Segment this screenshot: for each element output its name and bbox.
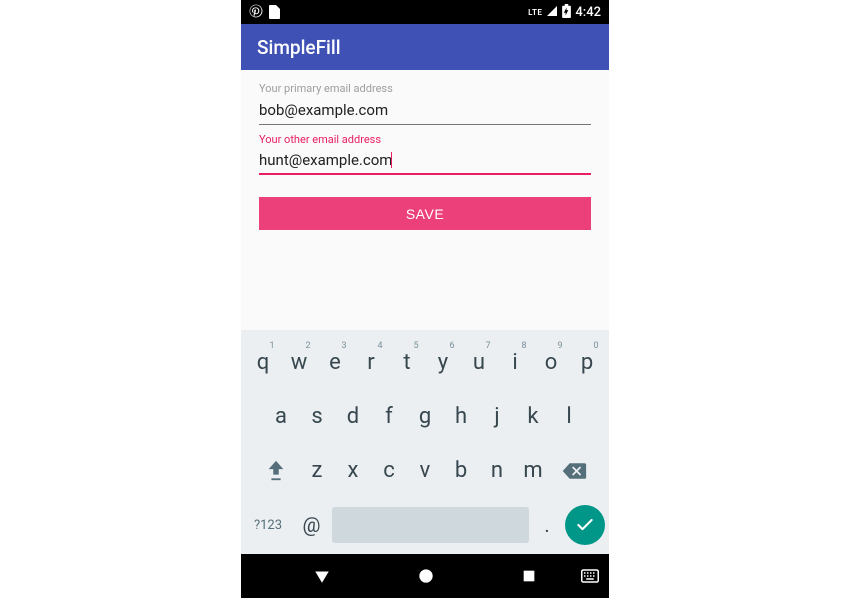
battery-icon [562,4,571,21]
key-k[interactable]: k [517,393,550,441]
key-d[interactable]: d [337,393,370,441]
soft-keyboard: 1q2w3e4r5t6y7u8i9o0p asdfghjkl zxcvbnm ?… [241,330,609,554]
key-b[interactable]: b [445,447,478,495]
key-q[interactable]: 1q [247,339,280,387]
key-r[interactable]: 4r [355,339,388,387]
primary-email-field: Your primary email address bob@example.c… [259,82,591,125]
network-lte-label: LTE [528,8,542,17]
other-email-label: Your other email address [259,133,591,146]
keyboard-row-2: asdfghjkl [241,390,609,444]
enter-key[interactable] [565,505,605,545]
key-y[interactable]: 6y [427,339,460,387]
recents-button[interactable] [521,568,537,584]
pinterest-icon [249,4,263,21]
status-bar: LTE 4:42 [241,0,609,24]
key-j[interactable]: j [481,393,514,441]
key-z[interactable]: z [301,447,334,495]
key-i[interactable]: 8i [499,339,532,387]
signal-icon [546,5,558,20]
primary-email-input[interactable]: bob@example.com [259,97,591,125]
app-bar: SimpleFill [241,24,609,70]
keyboard-row-3: zxcvbnm [241,444,609,498]
space-key[interactable] [332,507,529,543]
shift-key[interactable] [253,458,299,484]
keyboard-row-1: 1q2w3e4r5t6y7u8i9o0p [241,336,609,390]
key-t[interactable]: 5t [391,339,424,387]
ime-switcher-button[interactable] [581,569,599,583]
save-button[interactable]: SAVE [259,197,591,230]
key-h[interactable]: h [445,393,478,441]
key-g[interactable]: g [409,393,442,441]
at-key[interactable]: @ [295,513,328,537]
form-content: Your primary email address bob@example.c… [241,70,609,330]
key-c[interactable]: c [373,447,406,495]
text-cursor [391,152,392,168]
home-button[interactable] [416,566,436,586]
key-v[interactable]: v [409,447,442,495]
keyboard-row-4: ?123 @ . [241,498,609,552]
other-email-input[interactable]: hunt@example.com [259,148,591,175]
back-button[interactable] [313,567,331,585]
symbols-key[interactable]: ?123 [245,518,291,533]
status-time: 4:42 [575,5,601,20]
key-x[interactable]: x [337,447,370,495]
key-s[interactable]: s [301,393,334,441]
sd-card-icon [269,5,280,19]
key-w[interactable]: 2w [283,339,316,387]
key-e[interactable]: 3e [319,339,352,387]
key-m[interactable]: m [517,447,550,495]
primary-email-label: Your primary email address [259,82,591,95]
other-email-value: hunt@example.com [259,151,392,169]
other-email-field: Your other email address hunt@example.co… [259,133,591,175]
key-p[interactable]: 0p [571,339,604,387]
period-key[interactable]: . [533,513,561,537]
backspace-key[interactable] [551,461,597,481]
key-f[interactable]: f [373,393,406,441]
primary-email-value: bob@example.com [259,101,388,119]
key-n[interactable]: n [481,447,514,495]
key-a[interactable]: a [265,393,298,441]
app-title: SimpleFill [257,36,341,59]
key-o[interactable]: 9o [535,339,568,387]
key-l[interactable]: l [553,393,586,441]
android-device-frame: LTE 4:42 SimpleFill Your primary email a… [241,0,609,598]
navigation-bar [241,554,609,598]
key-u[interactable]: 7u [463,339,496,387]
